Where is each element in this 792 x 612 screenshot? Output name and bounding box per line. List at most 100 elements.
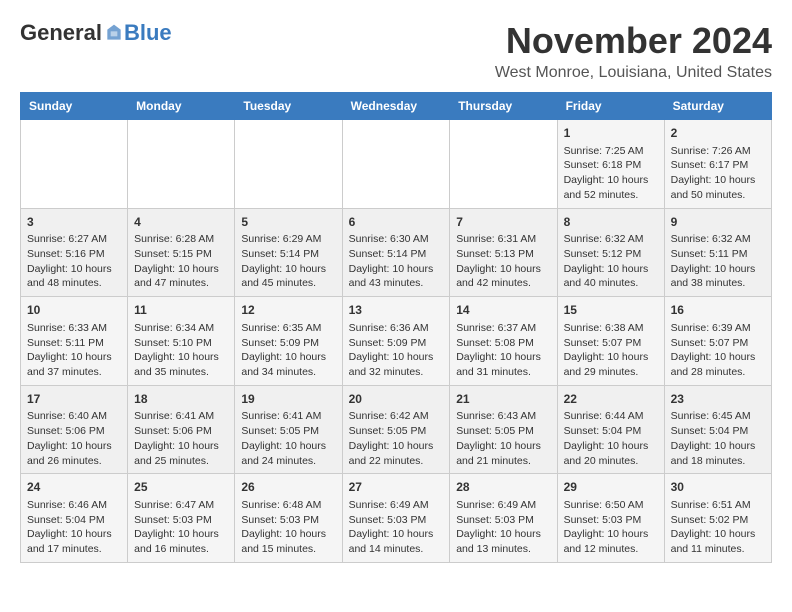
day-info: Daylight: 10 hours and 15 minutes.: [241, 527, 335, 556]
cell-week2-day4: 7Sunrise: 6:31 AMSunset: 5:13 PMDaylight…: [450, 208, 557, 297]
cell-week3-day2: 12Sunrise: 6:35 AMSunset: 5:09 PMDayligh…: [235, 297, 342, 386]
day-number: 26: [241, 479, 335, 496]
day-info: Sunrise: 6:31 AM: [456, 232, 550, 247]
day-info: Daylight: 10 hours and 13 minutes.: [456, 527, 550, 556]
cell-week3-day5: 15Sunrise: 6:38 AMSunset: 5:07 PMDayligh…: [557, 297, 664, 386]
day-info: Sunset: 5:07 PM: [564, 336, 658, 351]
day-info: Sunrise: 6:37 AM: [456, 321, 550, 336]
day-info: Daylight: 10 hours and 47 minutes.: [134, 262, 228, 291]
day-info: Sunset: 5:03 PM: [134, 513, 228, 528]
day-info: Daylight: 10 hours and 40 minutes.: [564, 262, 658, 291]
day-info: Sunrise: 6:28 AM: [134, 232, 228, 247]
day-info: Sunset: 5:03 PM: [564, 513, 658, 528]
day-info: Sunset: 5:03 PM: [241, 513, 335, 528]
cell-week1-day0: [21, 120, 128, 209]
col-monday: Monday: [128, 93, 235, 120]
day-info: Sunset: 5:07 PM: [671, 336, 765, 351]
week-row-5: 24Sunrise: 6:46 AMSunset: 5:04 PMDayligh…: [21, 474, 772, 563]
day-info: Sunrise: 6:27 AM: [27, 232, 121, 247]
day-info: Daylight: 10 hours and 34 minutes.: [241, 350, 335, 379]
day-info: Sunrise: 6:41 AM: [134, 409, 228, 424]
day-info: Sunrise: 6:38 AM: [564, 321, 658, 336]
day-number: 10: [27, 302, 121, 319]
day-number: 15: [564, 302, 658, 319]
day-info: Sunrise: 6:29 AM: [241, 232, 335, 247]
day-info: Sunrise: 6:45 AM: [671, 409, 765, 424]
day-info: Sunrise: 6:33 AM: [27, 321, 121, 336]
day-info: Daylight: 10 hours and 24 minutes.: [241, 439, 335, 468]
day-number: 9: [671, 214, 765, 231]
day-info: Daylight: 10 hours and 42 minutes.: [456, 262, 550, 291]
day-number: 11: [134, 302, 228, 319]
cell-week2-day3: 6Sunrise: 6:30 AMSunset: 5:14 PMDaylight…: [342, 208, 450, 297]
day-info: Daylight: 10 hours and 45 minutes.: [241, 262, 335, 291]
day-number: 2: [671, 125, 765, 142]
day-info: Daylight: 10 hours and 12 minutes.: [564, 527, 658, 556]
day-info: Sunrise: 6:30 AM: [349, 232, 444, 247]
day-number: 25: [134, 479, 228, 496]
day-number: 20: [349, 391, 444, 408]
cell-week5-day1: 25Sunrise: 6:47 AMSunset: 5:03 PMDayligh…: [128, 474, 235, 563]
day-info: Sunrise: 6:46 AM: [27, 498, 121, 513]
day-info: Sunset: 5:04 PM: [564, 424, 658, 439]
day-number: 6: [349, 214, 444, 231]
cell-week3-day3: 13Sunrise: 6:36 AMSunset: 5:09 PMDayligh…: [342, 297, 450, 386]
day-info: Daylight: 10 hours and 17 minutes.: [27, 527, 121, 556]
cell-week4-day2: 19Sunrise: 6:41 AMSunset: 5:05 PMDayligh…: [235, 385, 342, 474]
day-info: Sunrise: 6:48 AM: [241, 498, 335, 513]
logo-icon: [104, 23, 124, 43]
cell-week4-day5: 22Sunrise: 6:44 AMSunset: 5:04 PMDayligh…: [557, 385, 664, 474]
day-info: Sunrise: 6:43 AM: [456, 409, 550, 424]
cell-week3-day0: 10Sunrise: 6:33 AMSunset: 5:11 PMDayligh…: [21, 297, 128, 386]
day-info: Sunrise: 6:36 AM: [349, 321, 444, 336]
day-number: 14: [456, 302, 550, 319]
day-info: Sunset: 5:05 PM: [241, 424, 335, 439]
day-number: 21: [456, 391, 550, 408]
week-row-3: 10Sunrise: 6:33 AMSunset: 5:11 PMDayligh…: [21, 297, 772, 386]
day-number: 22: [564, 391, 658, 408]
col-sunday: Sunday: [21, 93, 128, 120]
cell-week2-day6: 9Sunrise: 6:32 AMSunset: 5:11 PMDaylight…: [664, 208, 771, 297]
day-info: Sunset: 5:09 PM: [241, 336, 335, 351]
day-number: 24: [27, 479, 121, 496]
cell-week5-day3: 27Sunrise: 6:49 AMSunset: 5:03 PMDayligh…: [342, 474, 450, 563]
cell-week1-day6: 2Sunrise: 7:26 AMSunset: 6:17 PMDaylight…: [664, 120, 771, 209]
day-number: 28: [456, 479, 550, 496]
day-info: Sunrise: 6:32 AM: [671, 232, 765, 247]
day-info: Daylight: 10 hours and 20 minutes.: [564, 439, 658, 468]
day-info: Sunrise: 6:35 AM: [241, 321, 335, 336]
day-info: Sunset: 5:04 PM: [671, 424, 765, 439]
day-info: Daylight: 10 hours and 21 minutes.: [456, 439, 550, 468]
day-info: Sunset: 5:02 PM: [671, 513, 765, 528]
title-section: November 2024 West Monroe, Louisiana, Un…: [495, 20, 772, 82]
day-info: Daylight: 10 hours and 32 minutes.: [349, 350, 444, 379]
day-info: Daylight: 10 hours and 22 minutes.: [349, 439, 444, 468]
day-info: Daylight: 10 hours and 14 minutes.: [349, 527, 444, 556]
day-info: Daylight: 10 hours and 25 minutes.: [134, 439, 228, 468]
col-wednesday: Wednesday: [342, 93, 450, 120]
logo: General Blue: [20, 20, 172, 46]
cell-week5-day4: 28Sunrise: 6:49 AMSunset: 5:03 PMDayligh…: [450, 474, 557, 563]
day-number: 23: [671, 391, 765, 408]
day-info: Sunset: 5:04 PM: [27, 513, 121, 528]
day-info: Sunset: 5:14 PM: [349, 247, 444, 262]
day-info: Sunrise: 6:44 AM: [564, 409, 658, 424]
col-saturday: Saturday: [664, 93, 771, 120]
logo-blue-text: Blue: [124, 20, 172, 46]
cell-week5-day0: 24 Sunrise: 6:46 AMSunset: 5:04 PMDayligh…: [21, 474, 128, 563]
cell-week4-day1: 18Sunrise: 6:41 AMSunset: 5:06 PMDayligh…: [128, 385, 235, 474]
cell-week1-day4: [450, 120, 557, 209]
day-number: 4: [134, 214, 228, 231]
day-info: Daylight: 10 hours and 16 minutes.: [134, 527, 228, 556]
col-tuesday: Tuesday: [235, 93, 342, 120]
day-number: 27: [349, 479, 444, 496]
day-info: Sunrise: 7:26 AM: [671, 144, 765, 159]
cell-week4-day3: 20Sunrise: 6:42 AMSunset: 5:05 PMDayligh…: [342, 385, 450, 474]
day-info: Sunset: 5:08 PM: [456, 336, 550, 351]
day-info: Sunset: 6:17 PM: [671, 158, 765, 173]
day-info: Sunset: 5:09 PM: [349, 336, 444, 351]
day-info: Sunrise: 6:39 AM: [671, 321, 765, 336]
day-info: Sunrise: 6:32 AM: [564, 232, 658, 247]
cell-week5-day6: 30Sunrise: 6:51 AMSunset: 5:02 PMDayligh…: [664, 474, 771, 563]
day-info: Daylight: 10 hours and 37 minutes.: [27, 350, 121, 379]
